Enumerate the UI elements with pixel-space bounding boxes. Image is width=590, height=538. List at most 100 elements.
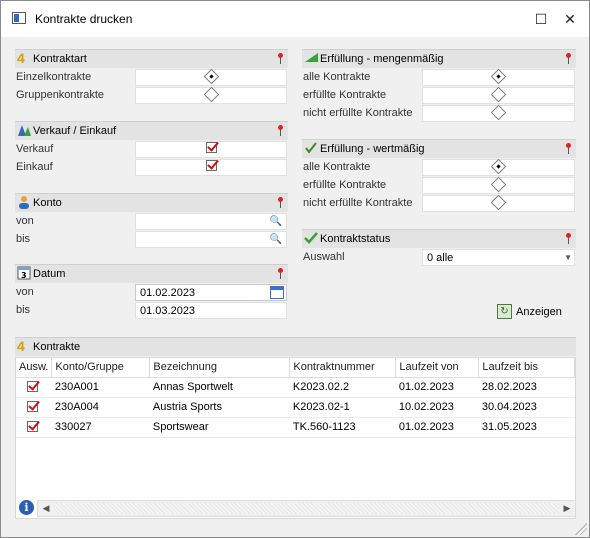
app-icon (12, 12, 26, 24)
option-label: nicht erfüllte Kontrakte (303, 107, 413, 119)
number-four-icon: 4 (17, 50, 25, 66)
column-header[interactable]: Laufzeit von (395, 358, 480, 378)
cell-konto: 230A004 (51, 397, 150, 418)
option-row[interactable]: nicht erfüllte Kontrakte (302, 104, 576, 122)
checkbox-einkauf[interactable] (206, 160, 217, 171)
pin-icon[interactable] (276, 268, 284, 280)
dialog-window: Kontrakte drucken ☐ ✕ 4 Kontraktart Einz… (0, 0, 590, 538)
chevron-down-icon[interactable]: ▼ (564, 253, 572, 262)
scroll-right-icon[interactable]: ▶ (559, 501, 575, 516)
option-row[interactable]: erfüllte Kontrakte (302, 176, 576, 194)
cell-laufzeit-bis: 28.02.2023 (478, 377, 575, 398)
group-header-erfuellung-menge: Erfüllung - mengenmäßig (302, 49, 576, 68)
scroll-left-icon[interactable]: ◀ (38, 501, 54, 516)
status-select[interactable]: 0 alle ▼ (422, 249, 575, 266)
group-title: Kontrakte (33, 341, 81, 353)
select-cell (16, 377, 52, 398)
group-title: Verkauf / Einkauf (33, 125, 117, 137)
option-row[interactable]: Einkauf (15, 158, 288, 176)
field-label: bis (16, 304, 31, 316)
lookup-icon[interactable]: 🔍 (270, 234, 282, 245)
group-title: Kontraktart (33, 53, 87, 65)
option-row[interactable]: Gruppenkontrakte (15, 86, 288, 104)
pin-icon[interactable] (564, 233, 572, 245)
option-row[interactable]: nicht erfüllte Kontrakte (302, 194, 576, 212)
scrollbar-thumb[interactable] (54, 503, 559, 514)
group-title: Erfüllung - wertmäßig (320, 143, 425, 155)
field-label: von (16, 286, 34, 298)
row-checkbox[interactable] (27, 400, 38, 412)
horizontal-scrollbar[interactable]: ◀ ▶ (37, 500, 576, 517)
cell-laufzeit-von: 01.02.2023 (395, 417, 479, 438)
table-row[interactable]: 330027 Sportswear TK.560-1123 01.02.2023… (16, 417, 575, 438)
option-label: erfüllte Kontrakte (303, 179, 387, 191)
column-header[interactable]: Konto/Gruppe (51, 358, 151, 378)
close-button[interactable]: ✕ (560, 9, 580, 29)
show-button-label: Anzeigen (516, 306, 562, 318)
column-header[interactable]: Kontraktnummer (289, 358, 397, 378)
row-checkbox[interactable] (27, 420, 38, 432)
info-icon[interactable]: i (19, 500, 34, 515)
group-verkauf-einkauf: Verkauf / Einkauf Verkauf Einkauf (15, 121, 288, 176)
group-kontraktart: 4 Kontraktart Einzelkontrakte Gruppenkon… (15, 49, 288, 104)
date-from-input[interactable]: 01.02.2023 (135, 284, 287, 301)
lookup-icon[interactable]: 🔍 (270, 216, 282, 227)
konto-from-input[interactable]: 🔍 (135, 213, 287, 230)
chart-icon (304, 51, 318, 66)
group-header-kontraktart: 4 Kontraktart (15, 49, 288, 68)
scale-icon (17, 123, 31, 138)
option-row[interactable]: alle Kontrakte (302, 158, 576, 176)
group-header-konto: Konto (15, 193, 288, 212)
cell-laufzeit-von: 10.02.2023 (395, 397, 479, 418)
option-label: alle Kontrakte (303, 71, 371, 83)
contracts-table: Ausw. Konto/Gruppe Bezeichnung Kontraktn… (15, 357, 576, 519)
svg-text:3: 3 (21, 271, 27, 280)
option-label: nicht erfüllte Kontrakte (303, 197, 413, 209)
cell-laufzeit-bis: 30.04.2023 (478, 397, 575, 418)
pin-icon[interactable] (276, 125, 284, 137)
group-erfuellung-mengenmaessig: Erfüllung - mengenmäßig alle Kontrakte e… (302, 49, 576, 122)
green-check-icon (304, 231, 318, 246)
group-datum: 3 Datum von 01.02.2023 bis 01.03.2023 (15, 264, 288, 319)
resize-grip-icon[interactable] (575, 523, 587, 535)
cell-bezeichnung: Austria Sports (149, 397, 290, 418)
date-to-input[interactable]: 01.03.2023 (135, 302, 287, 319)
group-header-kontrakte: 4 Kontrakte (15, 337, 576, 356)
person-icon (17, 195, 31, 210)
pin-icon[interactable] (276, 53, 284, 65)
field-row: bis 🔍 (15, 230, 288, 248)
pin-icon[interactable] (564, 53, 572, 65)
cell-nummer: TK.560-1123 (289, 417, 396, 438)
option-row[interactable]: alle Kontrakte (302, 68, 576, 86)
table-row[interactable]: 230A001 Annas Sportwelt K2023.02.2 01.02… (16, 377, 575, 398)
group-kontraktstatus: Kontraktstatus Auswahl 0 alle ▼ (302, 229, 576, 266)
option-row[interactable]: Einzelkontrakte (15, 68, 288, 86)
group-header-datum: 3 Datum (15, 264, 288, 283)
column-header[interactable]: Bezeichnung (149, 358, 291, 378)
group-header-kontraktstatus: Kontraktstatus (302, 229, 576, 248)
field-row: bis 01.03.2023 (15, 301, 288, 319)
table-row[interactable]: 230A004 Austria Sports K2023.02-1 10.02.… (16, 397, 575, 418)
calendar-picker-icon[interactable] (270, 286, 284, 299)
select-cell (16, 417, 52, 438)
row-checkbox[interactable] (27, 380, 38, 392)
option-row[interactable]: Verkauf (15, 140, 288, 158)
option-label: erfüllte Kontrakte (303, 89, 387, 101)
group-title: Erfüllung - mengenmäßig (320, 53, 444, 65)
pin-icon[interactable] (564, 143, 572, 155)
column-header[interactable]: Ausw. (16, 358, 53, 378)
checkmark-value-icon (304, 141, 318, 156)
option-label: alle Kontrakte (303, 161, 371, 173)
option-row[interactable]: erfüllte Kontrakte (302, 86, 576, 104)
group-kontrakte: 4 Kontrakte (15, 337, 576, 356)
cell-laufzeit-von: 01.02.2023 (395, 377, 479, 398)
maximize-button[interactable]: ☐ (531, 9, 551, 29)
group-header-verkauf-einkauf: Verkauf / Einkauf (15, 121, 288, 140)
checkbox-verkauf[interactable] (206, 142, 217, 153)
field-label: von (16, 215, 34, 227)
field-label: bis (16, 233, 31, 245)
title-bar: Kontrakte drucken ☐ ✕ (1, 1, 589, 37)
konto-to-input[interactable]: 🔍 (135, 231, 287, 248)
column-header[interactable]: Laufzeit bis (478, 358, 575, 378)
pin-icon[interactable] (276, 197, 284, 209)
